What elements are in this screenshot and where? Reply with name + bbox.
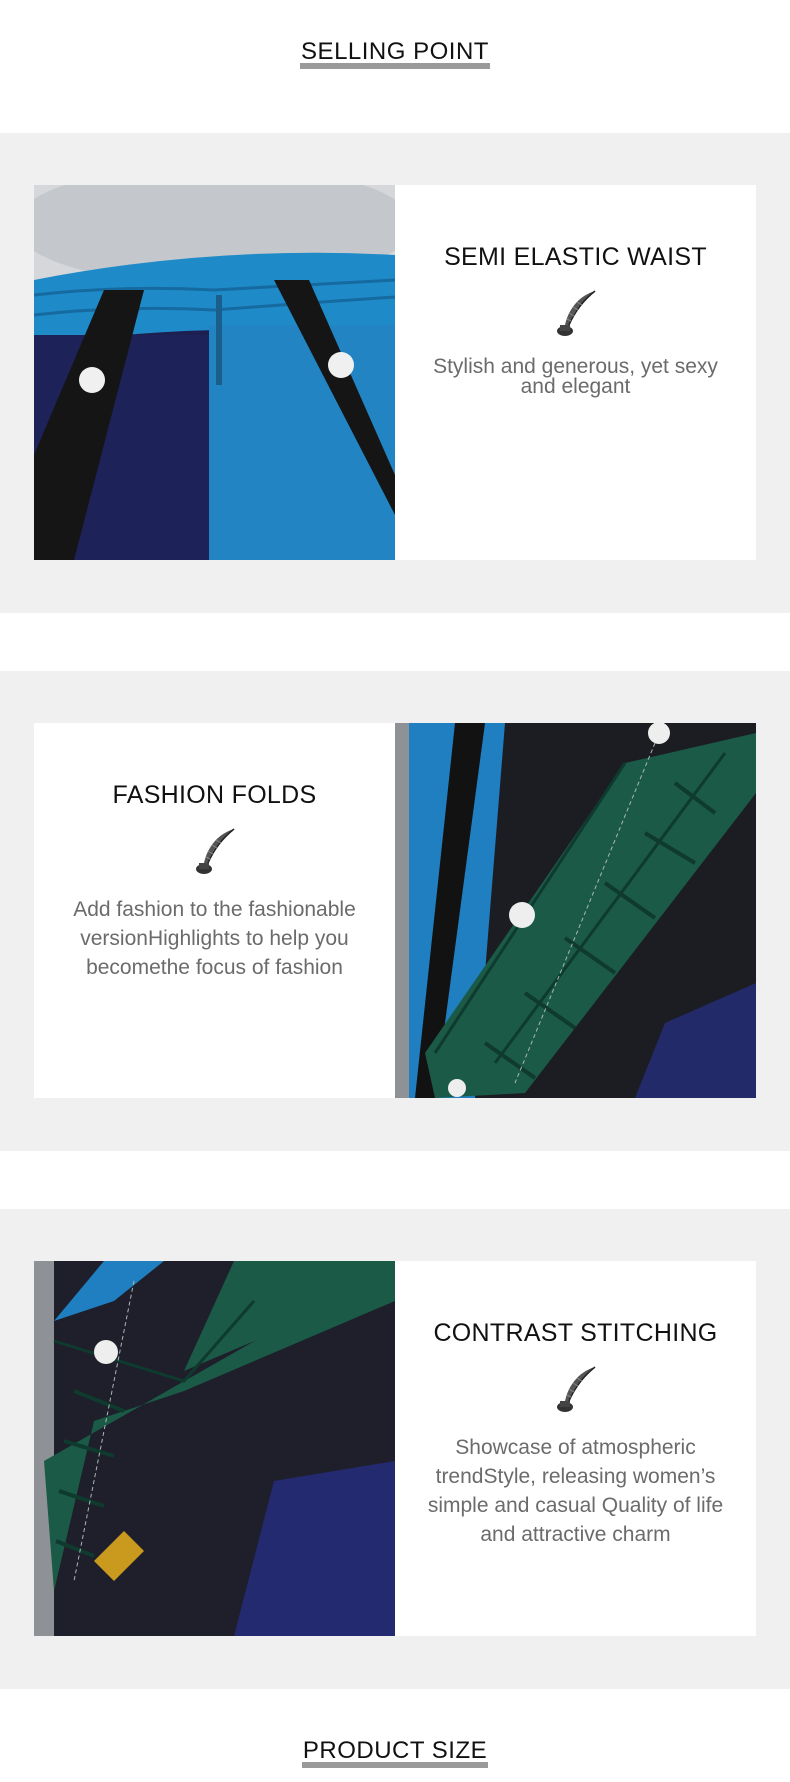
product-size-heading: PRODUCT SIZE bbox=[301, 1737, 489, 1768]
feature-card: SEMI ELASTIC WAIST Stylish and generous,… bbox=[34, 185, 756, 560]
feature-description: Stylish and generous, yet sexy and elega… bbox=[433, 355, 718, 398]
selling-point-title: SELLING POINT bbox=[301, 38, 489, 65]
feature-section-stitching: CONTRAST STITCHING Showcase of atmospher… bbox=[0, 1209, 790, 1689]
feature-description: Add fashion to the fashionable versionHi… bbox=[73, 898, 356, 979]
selling-point-heading: SELLING POINT bbox=[300, 38, 490, 69]
feature-section-waist: SEMI ELASTIC WAIST Stylish and generous,… bbox=[0, 133, 790, 613]
feature-description: Showcase of atmospheric trendStyle, rele… bbox=[427, 1436, 724, 1546]
feature-card: FASHION FOLDS Add fashion to the fashion… bbox=[34, 723, 756, 1098]
product-size-header: PRODUCT SIZE bbox=[0, 1737, 790, 1768]
folds-photo bbox=[395, 723, 756, 1098]
stitching-photo bbox=[34, 1261, 395, 1636]
waist-photo bbox=[34, 185, 395, 560]
feature-title: CONTRAST STITCHING bbox=[433, 1319, 718, 1347]
quill-ink-icon bbox=[196, 828, 235, 874]
quill-ink-icon bbox=[557, 1366, 596, 1412]
feature-text: FASHION FOLDS Add fashion to the fashion… bbox=[34, 723, 395, 1098]
feature-text: SEMI ELASTIC WAIST Stylish and generous,… bbox=[395, 185, 756, 560]
feature-section-folds: FASHION FOLDS Add fashion to the fashion… bbox=[0, 671, 790, 1151]
product-size-title: PRODUCT SIZE bbox=[302, 1737, 488, 1764]
quill-ink-icon bbox=[557, 290, 596, 336]
feature-card: CONTRAST STITCHING Showcase of atmospher… bbox=[34, 1261, 756, 1636]
feature-title: SEMI ELASTIC WAIST bbox=[444, 243, 707, 271]
selling-point-header: SELLING POINT bbox=[0, 38, 790, 69]
feature-text: CONTRAST STITCHING Showcase of atmospher… bbox=[395, 1261, 756, 1636]
feature-title: FASHION FOLDS bbox=[112, 781, 317, 809]
